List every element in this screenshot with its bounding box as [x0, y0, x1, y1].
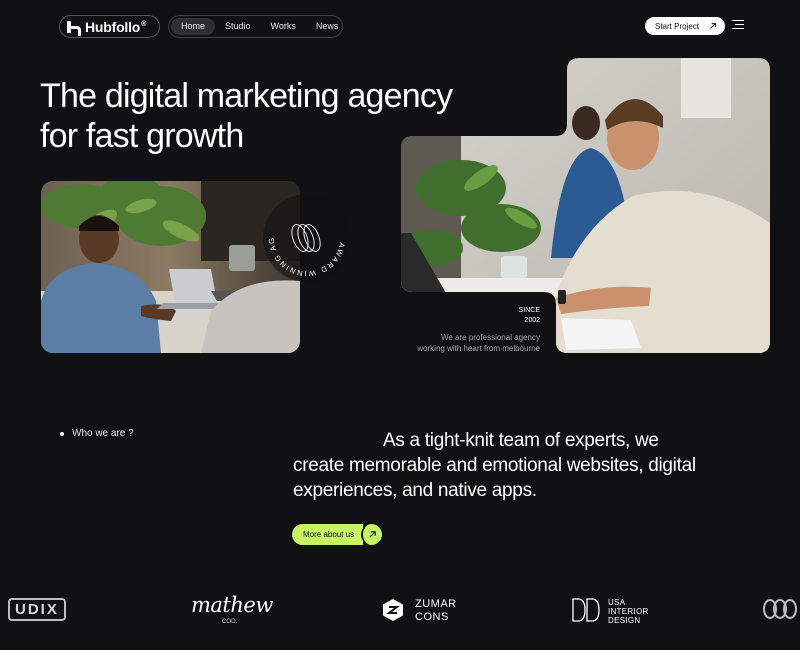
award-badge: AWARD WINNING AGENCY • SINCE 2022 •	[258, 186, 352, 283]
arrow-up-right-icon	[361, 524, 383, 545]
rings-logo-icon	[763, 599, 797, 619]
arrow-up-right-icon	[710, 23, 716, 29]
mathew-logo: mathew	[191, 593, 273, 617]
logo-mark-icon	[67, 20, 81, 36]
hamburger-menu-icon[interactable]	[732, 20, 744, 30]
more-about-button[interactable]: More about us	[292, 524, 383, 545]
mathew-logo-sub: COO.	[222, 619, 238, 625]
brand-name: Hubfollo®	[85, 18, 147, 35]
since-year: 2002	[524, 317, 540, 324]
about-text: As a tight-knit team of experts, we crea…	[293, 430, 696, 501]
zumar-cube-icon	[383, 599, 403, 621]
hero-tagline: We are professional agency working with …	[417, 333, 540, 353]
section-label: Who we are ?	[60, 428, 134, 439]
main-nav: Home Studio Works News	[168, 15, 343, 38]
since-label: SINCE 2002	[508, 306, 540, 326]
start-project-button[interactable]: Start Project	[645, 17, 725, 35]
more-about-label: More about us	[292, 524, 364, 545]
udix-logo: UDIX	[8, 598, 66, 621]
nav-item-home[interactable]: Home	[171, 18, 216, 35]
bullet-icon	[60, 431, 64, 436]
nav-item-works[interactable]: Works	[261, 18, 306, 35]
client-logos: UDIX mathew COO. ZUMAR CONS USA INTERIOR…	[0, 590, 800, 635]
nav-item-news[interactable]: News	[306, 18, 349, 35]
brand-logo[interactable]: Hubfollo®	[59, 15, 160, 38]
usa-interior-icon	[572, 598, 600, 622]
usa-interior-logo-text: USA INTERIOR DESIGN	[608, 598, 649, 625]
nav-item-studio[interactable]: Studio	[215, 18, 261, 35]
zumar-logo-text: ZUMAR CONS	[415, 598, 457, 623]
hero-photo-right	[401, 58, 770, 353]
start-project-label: Start Project	[655, 21, 700, 31]
